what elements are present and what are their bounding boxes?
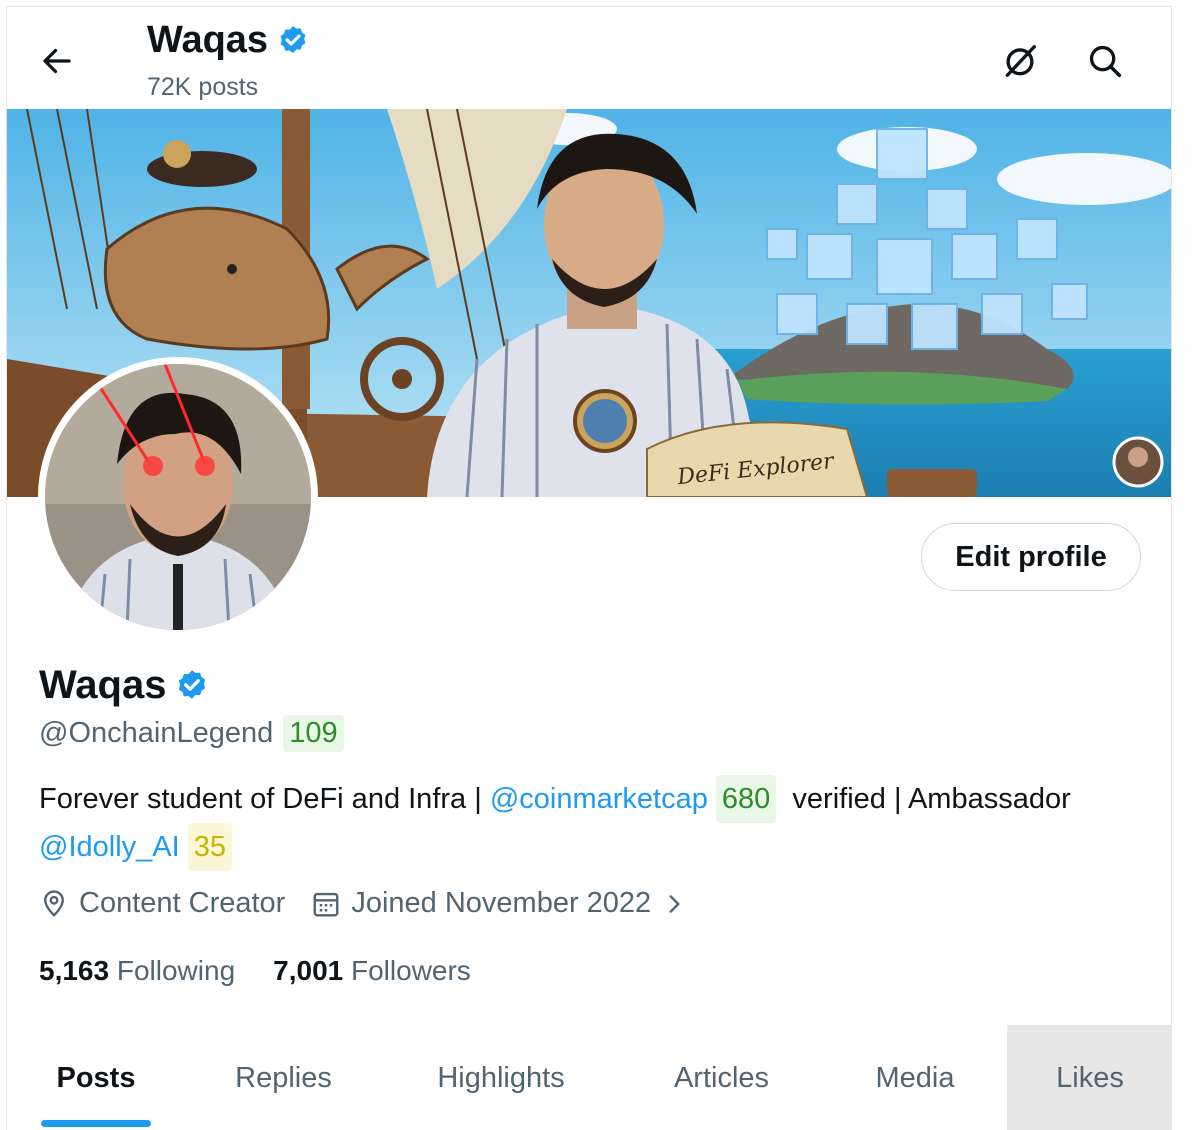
profile-display-name: Waqas [39, 663, 167, 707]
grok-button[interactable] [992, 33, 1048, 89]
bio-text-prefix: Forever student of DeFi and Infra | [39, 783, 482, 815]
search-button[interactable] [1077, 33, 1133, 89]
profile-meta: Content Creator Joined November 2022 [39, 887, 713, 920]
verified-badge-icon[interactable] [174, 668, 210, 704]
profile-name: Waqas [39, 663, 210, 708]
profile-stats: 5,163 Following 7,001 Followers [39, 955, 471, 987]
followers-count: 7,001 [273, 955, 344, 986]
back-arrow-icon [43, 48, 71, 74]
bio-link-coinmarketcap[interactable]: @coinmarketcap [490, 783, 708, 815]
tab-label: Replies [235, 1061, 332, 1094]
following-link[interactable]: 5,163 Following [39, 955, 235, 987]
bio-link2-score-badge: 35 [187, 823, 232, 871]
profile-bio: Forever student of DeFi and Infra | @coi… [39, 775, 1149, 871]
header-post-count: 72K posts [147, 73, 259, 101]
grok-icon [1005, 45, 1036, 77]
tab-label: Likes [1056, 1061, 1124, 1094]
tab-articles[interactable]: Articles [620, 1025, 823, 1130]
following-count: 5,163 [39, 955, 110, 986]
verified-badge-icon [280, 25, 306, 53]
bio-link-idolly[interactable]: @Idolly_AI [39, 831, 180, 863]
tab-posts[interactable]: Posts [7, 1025, 185, 1130]
profile-avatar[interactable] [38, 357, 318, 637]
search-icon [1089, 45, 1122, 78]
bio-text-middle: verified | Ambassador [792, 783, 1071, 815]
active-tab-indicator [41, 1120, 151, 1127]
edit-profile-button[interactable]: Edit profile [921, 523, 1141, 591]
avatar-image [45, 364, 311, 630]
back-button[interactable] [27, 31, 87, 91]
chevron-right-icon [669, 894, 680, 913]
bio-link1-score-badge: 680 [715, 775, 777, 823]
location-pin-icon [44, 889, 64, 917]
followers-link[interactable]: 7,001 Followers [273, 955, 471, 987]
location-text: Content Creator [79, 887, 286, 919]
profile-location: Content Creator [39, 887, 285, 920]
following-label: Following [116, 955, 236, 986]
profile-handle-row: @OnchainLegend 109 [39, 715, 344, 752]
handle-score-badge: 109 [283, 715, 344, 752]
tab-replies[interactable]: Replies [185, 1025, 382, 1130]
tab-media[interactable]: Media [823, 1025, 1007, 1130]
tab-label: Articles [673, 1061, 770, 1094]
header-title: Waqas [147, 19, 310, 62]
profile-page: Waqas 72K posts DeFi Explorer Edit profi… [6, 6, 1172, 1130]
profile-tabs: Posts Replies Highlights Articles Media … [7, 1025, 1171, 1130]
tab-label: Posts [56, 1061, 136, 1094]
profile-joined[interactable]: Joined November 2022 [311, 887, 687, 920]
tab-label: Media [875, 1061, 955, 1094]
tab-label: Highlights [437, 1061, 565, 1094]
calendar-icon [313, 892, 339, 916]
header-name: Waqas [147, 19, 269, 61]
joined-text: Joined November 2022 [351, 887, 652, 919]
tab-highlights[interactable]: Highlights [382, 1025, 620, 1130]
tab-likes[interactable]: Likes [1007, 1025, 1171, 1130]
followers-label: Followers [351, 955, 471, 986]
profile-handle: @OnchainLegend [39, 717, 274, 749]
